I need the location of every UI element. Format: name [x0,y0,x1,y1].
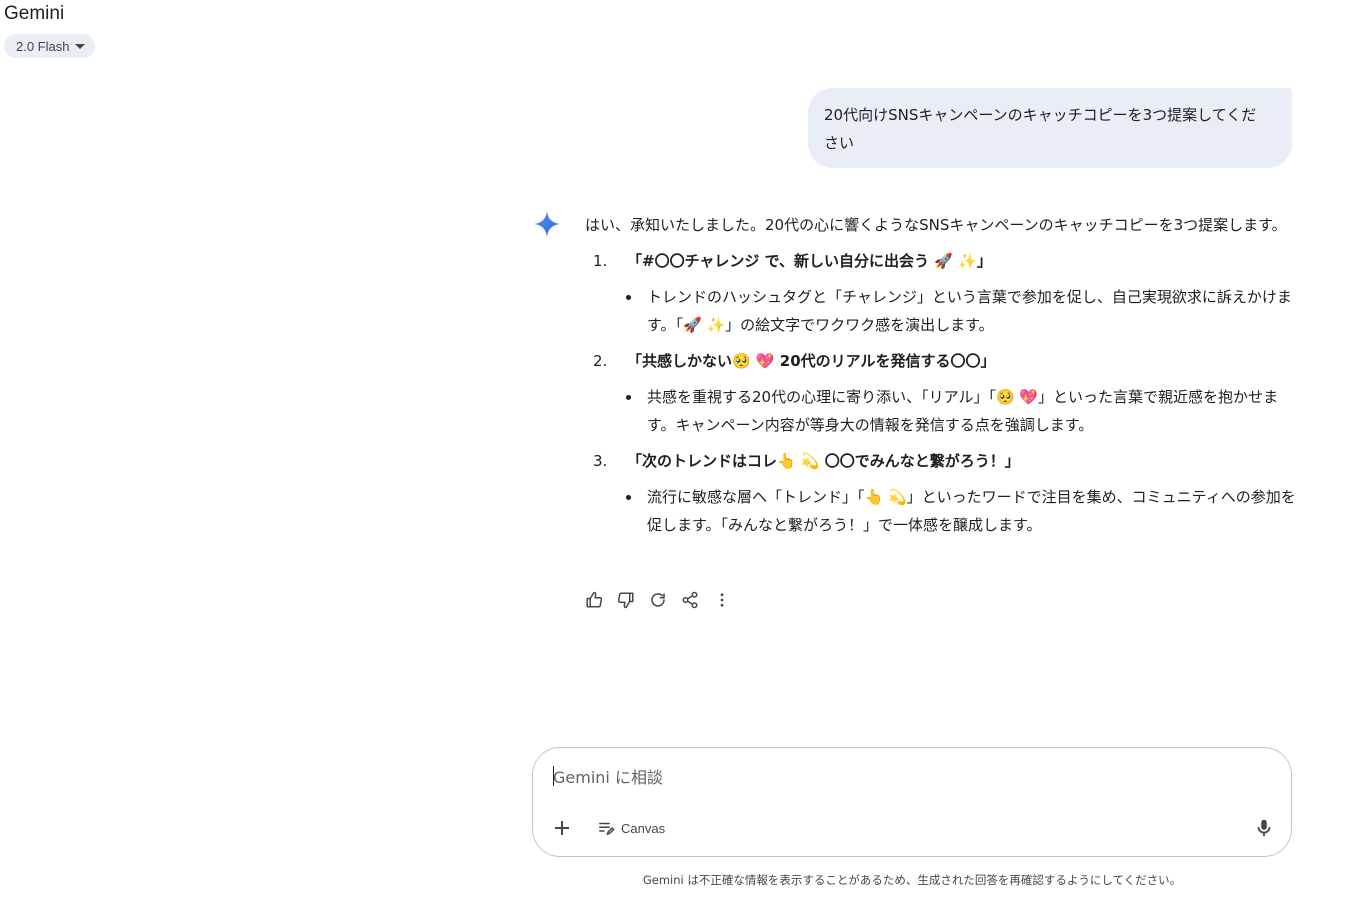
suggestion-title: 2. 「共感しかない🥺 💖 20代のリアルを発信する〇〇」 [585,347,1297,383]
suggestion-list: 1. 「#〇〇チャレンジ で、新しい自分に出会う 🚀 ✨」 トレンドのハッシュタ… [585,247,1297,539]
plus-icon [555,821,569,835]
model-selector[interactable]: 2.0 Flash [4,34,96,58]
suggestion-title-text: 「共感しかない🥺 💖 20代のリアルを発信する〇〇」 [627,352,996,370]
suggestion-title: 3. 「次のトレンドはコレ👆 💫 〇〇でみんなと繋がろう！」 [585,447,1297,483]
thumbs-up-icon[interactable] [582,588,606,612]
model-label: 2.0 Flash [16,38,70,54]
list-item: 2. 「共感しかない🥺 💖 20代のリアルを発信する〇〇」 共感を重視する20代… [585,347,1297,439]
dropdown-caret-icon [75,43,86,49]
share-icon[interactable] [678,588,702,612]
more-icon[interactable] [710,588,734,612]
suggestion-detail: 共感を重視する20代の心理に寄り添い、「リアル」「🥺 💖」といった言葉で親近感を… [585,383,1297,439]
suggestion-title-text: 「次のトレンドはコレ👆 💫 〇〇でみんなと繋がろう！」 [627,452,1020,470]
list-item: 1. 「#〇〇チャレンジ で、新しい自分に出会う 🚀 ✨」 トレンドのハッシュタ… [585,247,1297,339]
user-message-text: 20代向けSNSキャンペーンのキャッチコピーを3つ提案してください [824,106,1257,152]
microphone-button[interactable] [1253,816,1275,840]
prompt-composer: Canvas [532,747,1292,857]
response-actions [582,588,734,612]
canvas-icon [599,822,615,836]
thumbs-down-icon[interactable] [614,588,638,612]
item-number: 1. [593,252,608,270]
canvas-label: Canvas [621,820,666,836]
microphone-icon [1257,819,1271,837]
user-message-bubble: 20代向けSNSキャンペーンのキャッチコピーを3つ提案してください [808,88,1292,168]
canvas-button[interactable]: Canvas [597,816,665,840]
suggestion-detail: 流行に敏感な層へ「トレンド」「👆 💫」といったワードで注目を集め、コミュニティへ… [585,483,1297,539]
item-number: 3. [593,452,608,470]
add-attachment-button[interactable] [551,817,573,839]
text-cursor [553,766,554,786]
regenerate-icon[interactable] [646,588,670,612]
gemini-spark-icon [534,211,560,237]
assistant-response: はい、承知いたしました。20代の心に響くようなSNSキャンペーンのキャッチコピー… [585,211,1297,547]
suggestion-title-text: 「#〇〇チャレンジ で、新しい自分に出会う 🚀 ✨」 [627,252,992,270]
prompt-input[interactable] [553,764,1233,790]
list-item: 3. 「次のトレンドはコレ👆 💫 〇〇でみんなと繋がろう！」 流行に敏感な層へ「… [585,447,1297,539]
suggestion-detail: トレンドのハッシュタグと「チャレンジ」という言葉で参加を促し、自己実現欲求に訴え… [585,283,1297,339]
suggestion-title: 1. 「#〇〇チャレンジ で、新しい自分に出会う 🚀 ✨」 [585,247,1297,283]
app-title: Gemini [4,3,65,24]
item-number: 2. [593,352,608,370]
response-intro: はい、承知いたしました。20代の心に響くようなSNSキャンペーンのキャッチコピー… [585,216,1287,234]
disclaimer-text: Gemini は不正確な情報を表示することがあるため、生成された回答を再確認する… [642,873,1182,887]
